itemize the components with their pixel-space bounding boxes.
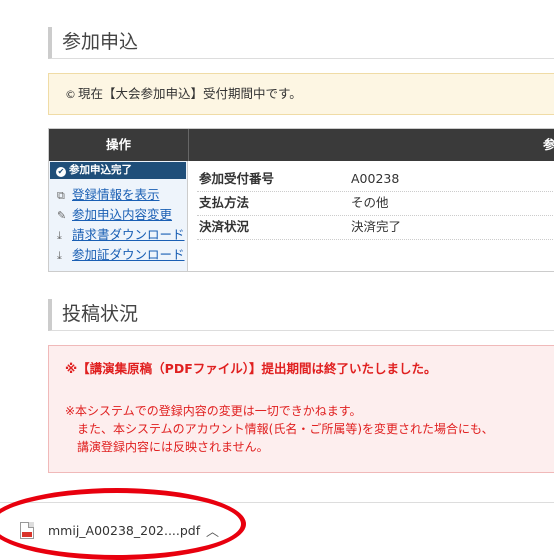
- column-header-details-label: 参加: [543, 137, 554, 152]
- download-invoice-label: 請求書ダウンロード: [72, 227, 185, 242]
- view-registration-link[interactable]: ⧉ 登録情報を表示: [57, 184, 160, 203]
- registration-section-title: 参加申込: [48, 27, 554, 59]
- row-label-payment-method: 支払方法: [199, 195, 250, 210]
- submission-closed-notice: ※【講演集原稿（PDFファイル）】提出期間は終了いたしました。 ※本システムでの…: [48, 345, 554, 473]
- registration-table: 操作 参加 ✔参加申込完了 ⧉ 登録情報を表示 ✎ 参加申込内容変更 ⤓ 請求書ダウン…: [48, 128, 554, 272]
- submission-section-title: 投稿状況: [48, 299, 554, 331]
- view-registration-label: 登録情報を表示: [72, 187, 160, 202]
- row-label-payment-status: 決済状況: [199, 219, 250, 234]
- status-badge-label: 参加申込完了: [69, 164, 132, 176]
- notice-text: 現在【大会参加申込】受付期間中です。: [78, 86, 302, 101]
- row-label-reception-number: 参加受付番号: [199, 171, 275, 186]
- table-row: 参加受付番号 A00238: [197, 167, 554, 192]
- row-value-reception-number: A00238: [351, 171, 400, 186]
- notice-line: 講演登録内容には反映されません。: [65, 440, 269, 454]
- table-row: 決済状況 決済完了: [197, 215, 554, 240]
- pdf-file-icon: [20, 522, 34, 539]
- column-header-actions: 操作: [49, 129, 188, 161]
- download-icon: ⤓: [57, 229, 62, 242]
- edit-registration-label: 参加申込内容変更: [72, 207, 173, 222]
- column-header-details: 参加: [188, 129, 554, 161]
- actions-column: ✔ 参加申込完了 ⧉ 登録情報を表示 ✎ 参加申込内容変更 ⤓ 請求書ダウンロード ⤓ 参…: [49, 161, 188, 271]
- notice-headline: ※【講演集原稿（PDFファイル）】提出期間は終了いたしました。: [65, 361, 437, 376]
- copy-icon: ⧉: [57, 189, 65, 202]
- table-row: 支払方法 その他: [197, 191, 554, 216]
- download-file-name[interactable]: mmij_A00238_202....pdf: [48, 523, 200, 538]
- chevron-up-icon[interactable]: ︿: [206, 521, 219, 540]
- info-icon: ©: [65, 88, 76, 101]
- row-value-payment-status: 決済完了: [351, 219, 402, 234]
- status-badge: ✔ 参加申込完了: [50, 162, 186, 179]
- download-bar: mmij_A00238_202....pdf ︿: [0, 502, 554, 556]
- registration-open-notice: © 現在【大会参加申込】受付期間中です。: [48, 73, 554, 115]
- notice-line: ※本システムでの登録内容の変更は一切できかねます。: [65, 404, 362, 418]
- check-circle-icon: ✔: [56, 167, 66, 177]
- row-value-payment-method: その他: [351, 195, 389, 210]
- download-certificate-label: 参加証ダウンロード: [72, 247, 185, 262]
- edit-registration-link[interactable]: ✎ 参加申込内容変更: [57, 204, 172, 223]
- download-invoice-link[interactable]: ⤓ 請求書ダウンロード: [57, 224, 185, 243]
- pencil-icon: ✎: [57, 209, 67, 222]
- download-icon: ⤓: [57, 249, 62, 262]
- download-item[interactable]: mmij_A00238_202....pdf ︿: [18, 517, 238, 545]
- notice-line: また、本システムのアカウント情報(氏名・ご所属等)を変更された場合にも、: [65, 422, 494, 436]
- download-certificate-link[interactable]: ⤓ 参加証ダウンロード: [57, 244, 185, 263]
